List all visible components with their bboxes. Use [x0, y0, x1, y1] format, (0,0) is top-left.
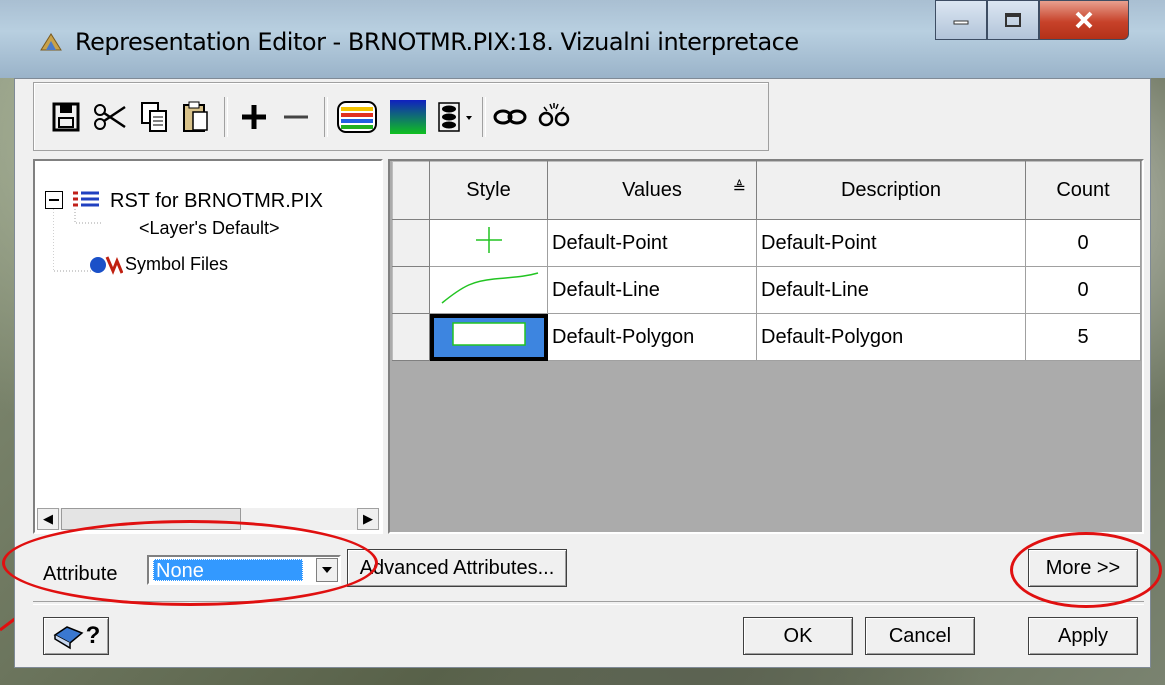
attribute-label: Attribute	[43, 563, 118, 585]
count-cell: 0	[1025, 266, 1141, 314]
color-palette-icon	[337, 101, 377, 133]
apply-button[interactable]: Apply	[1028, 617, 1138, 655]
style-dropdown-icon	[438, 102, 472, 132]
tree-symbol-files[interactable]: Symbol Files	[125, 254, 228, 275]
style-cell-polygon[interactable]	[429, 313, 548, 361]
unlink-icon	[538, 103, 570, 127]
caption-buttons	[935, 0, 1129, 40]
minimize-icon	[953, 20, 969, 25]
close-button[interactable]	[1039, 0, 1129, 40]
style-cell-line[interactable]	[429, 266, 548, 314]
line-symbol-icon	[441, 272, 538, 304]
rst-table-icon	[73, 191, 99, 207]
link-button[interactable]	[490, 97, 530, 137]
tree-view[interactable]: RST for BRNOTMR.PIX <Layer's Default> Sy…	[33, 159, 383, 534]
row-header-corner	[392, 161, 430, 220]
style-dropdown-button[interactable]	[436, 97, 476, 137]
help-button[interactable]: ?	[43, 617, 109, 655]
description-cell[interactable]: Default-Line	[756, 266, 1026, 314]
attribute-select[interactable]: None	[147, 555, 341, 585]
column-header-style[interactable]: Style	[429, 161, 548, 220]
gradient-button[interactable]	[386, 97, 430, 137]
representation-editor-window: Representation Editor - BRNOTMR.PIX:18. …	[0, 0, 1165, 678]
table-row[interactable]: Default-Polygon Default-Polygon 5	[392, 313, 1141, 361]
values-cell[interactable]: Default-Polygon	[547, 313, 757, 361]
column-header-values-label: Values	[622, 179, 682, 201]
representation-table: Style Values ≜ Description Count Default…	[392, 161, 1141, 361]
more-button[interactable]: More >>	[1028, 549, 1138, 587]
row-header[interactable]	[392, 313, 430, 361]
count-cell: 5	[1025, 313, 1141, 361]
copy-icon	[141, 102, 167, 132]
row-header[interactable]	[392, 266, 430, 314]
maximize-button[interactable]	[987, 0, 1039, 40]
cancel-button[interactable]: Cancel	[865, 617, 975, 655]
tree-expander[interactable]	[45, 191, 63, 209]
maximize-icon	[1005, 13, 1021, 27]
scroll-thumb[interactable]	[61, 508, 241, 530]
attribute-dropdown-button[interactable]	[316, 558, 338, 582]
cut-button[interactable]	[90, 97, 130, 137]
tree-root-label[interactable]: RST for BRNOTMR.PIX	[110, 190, 323, 213]
gradient-icon	[390, 100, 426, 134]
scroll-right-arrow[interactable]: ▶	[357, 508, 379, 530]
save-button[interactable]	[48, 97, 84, 137]
minimize-button[interactable]	[935, 0, 987, 40]
representation-grid[interactable]: Style Values ≜ Description Count Default…	[388, 159, 1144, 534]
tree-horizontal-scrollbar[interactable]: ◀ ▶	[37, 508, 379, 530]
color-palette-button[interactable]	[334, 97, 380, 137]
remove-button[interactable]	[278, 97, 314, 137]
link-icon	[493, 109, 527, 125]
chevron-down-icon	[322, 567, 332, 573]
app-icon	[40, 33, 62, 51]
table-header-row: Style Values ≜ Description Count	[392, 161, 1141, 220]
sort-indicator-icon: ≜	[732, 180, 746, 197]
column-header-description[interactable]: Description	[756, 161, 1026, 220]
paste-button[interactable]	[178, 97, 214, 137]
description-cell[interactable]: Default-Point	[756, 219, 1026, 267]
symbol-files-icon	[90, 256, 123, 275]
remove-icon	[284, 115, 308, 119]
values-cell[interactable]: Default-Line	[547, 266, 757, 314]
copy-button[interactable]	[136, 97, 172, 137]
row-header[interactable]	[392, 219, 430, 267]
point-symbol-icon	[475, 227, 502, 253]
ok-button[interactable]: OK	[743, 617, 853, 655]
tree-child-layer-default[interactable]: <Layer's Default>	[139, 218, 280, 239]
column-header-values[interactable]: Values ≜	[547, 161, 757, 220]
style-cell-point[interactable]	[429, 219, 548, 267]
toolbar	[33, 82, 769, 151]
advanced-attributes-button[interactable]: Advanced Attributes...	[347, 549, 567, 587]
description-cell[interactable]: Default-Polygon	[756, 313, 1026, 361]
scroll-left-arrow[interactable]: ◀	[37, 508, 59, 530]
save-icon	[52, 102, 80, 132]
attribute-select-value: None	[153, 559, 303, 582]
help-question-mark: ?	[85, 622, 101, 649]
unlink-button[interactable]	[534, 97, 574, 137]
help-book-icon	[53, 626, 84, 650]
close-icon	[1075, 11, 1093, 29]
cut-icon	[94, 104, 126, 130]
window-title: Representation Editor - BRNOTMR.PIX:18. …	[75, 28, 799, 56]
add-button[interactable]	[236, 97, 272, 137]
minus-icon	[49, 199, 59, 201]
table-row[interactable]: Default-Line Default-Line 0	[392, 266, 1141, 314]
column-header-count[interactable]: Count	[1025, 161, 1141, 220]
count-cell: 0	[1025, 219, 1141, 267]
polygon-symbol-icon	[451, 322, 526, 346]
divider	[33, 601, 1144, 605]
paste-icon	[183, 101, 208, 132]
dialog-client-area: RST for BRNOTMR.PIX <Layer's Default> Sy…	[14, 78, 1151, 668]
values-cell[interactable]: Default-Point	[547, 219, 757, 267]
title-bar[interactable]: Representation Editor - BRNOTMR.PIX:18. …	[0, 0, 1165, 78]
table-row[interactable]: Default-Point Default-Point 0	[392, 219, 1141, 267]
add-icon	[242, 105, 266, 129]
